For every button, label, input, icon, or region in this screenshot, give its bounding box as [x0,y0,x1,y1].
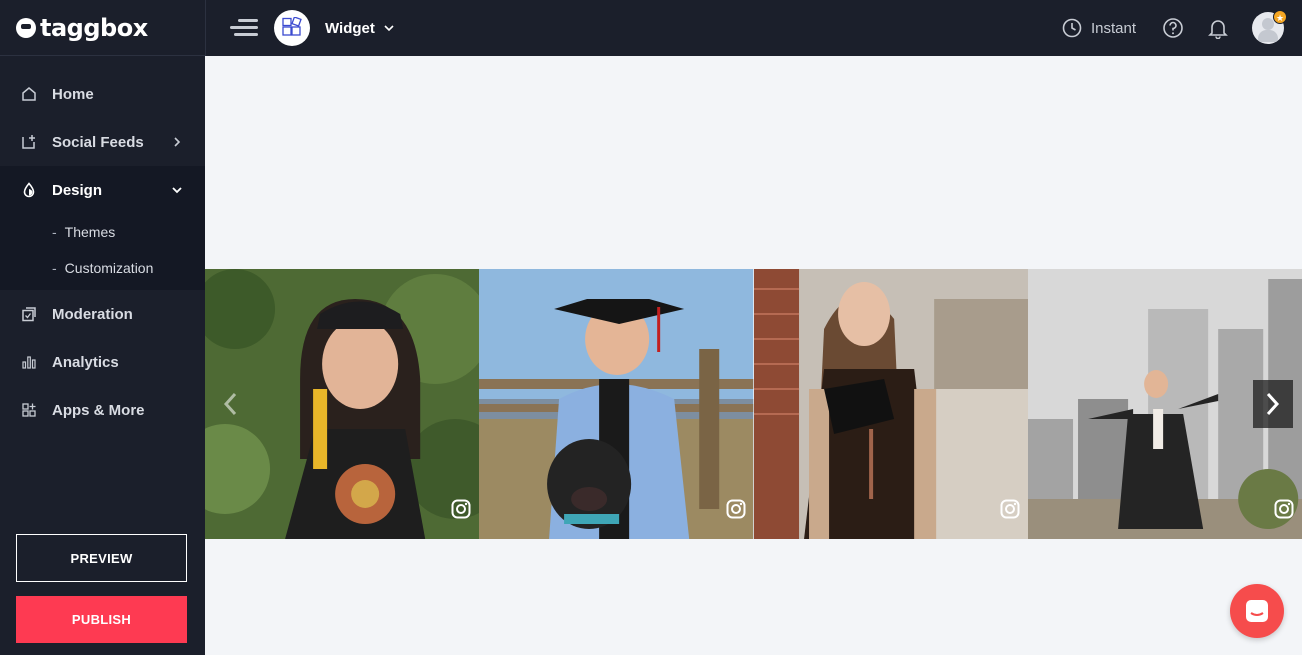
social-feed-carousel [205,269,1302,539]
subitem-label: Themes [64,224,116,240]
topbar-actions: Instant ★ [1062,0,1287,56]
sidebar-item-label: Home [52,85,94,103]
droplet-icon [20,181,38,199]
sidebar-item-design[interactable]: Design [0,166,205,214]
avatar[interactable]: ★ [1252,10,1287,44]
chat-icon [1246,600,1268,622]
widget-selector[interactable]: Widget [325,20,375,37]
menu-toggle-icon[interactable] [230,18,258,38]
sidebar-item-label: Analytics [52,353,119,371]
moderation-icon [20,305,38,323]
sidebar-item-home[interactable]: Home [0,70,205,118]
sidebar-item-analytics[interactable]: Analytics [0,338,205,386]
chevron-down-icon[interactable] [383,22,395,34]
logo-icon [16,17,36,38]
post-image [753,269,1028,539]
sidebar-nav: Home Social Feeds Design - Themes - Cust… [0,70,205,434]
instagram-icon [1274,499,1294,519]
sidebar-item-moderation[interactable]: Moderation [0,290,205,338]
chevron-left-icon [223,392,237,416]
instagram-icon [1000,499,1020,519]
sidebar-item-label: Social Feeds [52,133,144,151]
sidebar-item-label: Design [52,181,103,199]
topbar: Widget Instant ★ [205,0,1302,56]
instant-button[interactable]: Instant [1062,18,1136,38]
publish-button[interactable]: PUBLISH [16,596,187,643]
sidebar-item-apps-more[interactable]: Apps & More [0,386,205,434]
help-icon[interactable] [1162,17,1184,39]
post-image [479,269,754,539]
bar-chart-icon [20,353,38,371]
clock-icon [1062,18,1082,38]
sidebar-item-label: Apps & More [52,401,145,419]
logo-text: taggbox [40,13,148,42]
carousel-next-button[interactable] [1253,380,1293,428]
sidebar-subitem-customization[interactable]: - Customization [0,250,205,286]
logo[interactable]: taggbox [0,0,205,56]
instagram-icon [451,499,471,519]
sidebar: taggbox Home Social Feeds Design - Theme… [0,0,205,655]
feed-post[interactable] [479,269,754,539]
design-submenu: - Themes - Customization [0,214,205,290]
preview-button[interactable]: PREVIEW [16,534,187,582]
chevron-right-icon [1266,392,1280,416]
bell-icon[interactable] [1208,17,1228,39]
sidebar-item-social-feeds[interactable]: Social Feeds [0,118,205,166]
instant-label: Instant [1090,19,1136,37]
instagram-icon [726,499,745,519]
home-icon [20,85,38,103]
chevron-down-icon [172,187,182,194]
star-icon: ★ [1273,10,1287,24]
widget-icon[interactable] [274,10,310,46]
sidebar-item-label: Moderation [52,305,133,323]
chevron-right-icon [174,137,181,147]
sidebar-subitem-themes[interactable]: - Themes [0,214,205,250]
chat-launcher-button[interactable] [1230,584,1284,638]
add-feed-icon [20,133,38,151]
carousel-prev-button[interactable] [210,380,250,428]
apps-grid-icon [20,401,38,419]
feed-post[interactable] [753,269,1028,539]
subitem-label: Customization [64,260,154,276]
